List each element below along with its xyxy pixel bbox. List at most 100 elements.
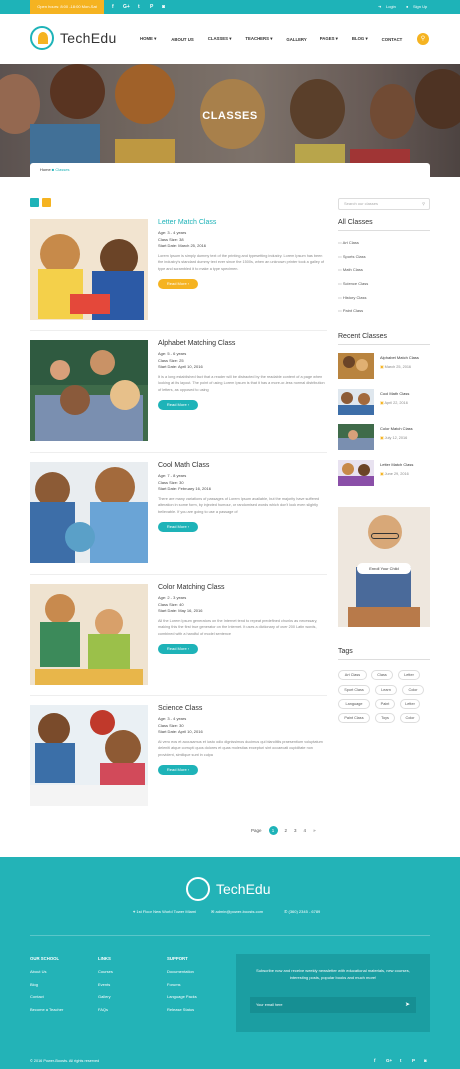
course-age: Age: 3 - 4 years: [158, 716, 187, 721]
recent-class-item[interactable]: Cool Math Class ▣ April 22, 2016: [338, 389, 430, 415]
tag-link[interactable]: Art Class: [338, 670, 367, 680]
login-link[interactable]: Login: [386, 0, 396, 14]
all-classes-heading: All Classes: [338, 219, 373, 226]
pinterest-icon[interactable]: P: [412, 1058, 415, 1063]
tag-link[interactable]: Sport Class: [338, 685, 370, 695]
tag-link[interactable]: Language: [338, 699, 370, 709]
footer-link[interactable]: Release Status: [167, 1007, 197, 1012]
search-button[interactable]: ⚲: [417, 33, 429, 45]
read-more-button[interactable]: Read More ›: [158, 400, 198, 410]
nav-about[interactable]: ABOUT US: [171, 37, 193, 42]
next-page-icon[interactable]: »: [313, 828, 316, 833]
course-item: Cool Math Class Age: 7 - 8 years Class S…: [30, 462, 327, 567]
read-more-button[interactable]: Read More ›: [158, 279, 198, 289]
footer-link[interactable]: Gallery: [98, 994, 113, 999]
nav-teachers[interactable]: TEACHERS ▾: [245, 36, 272, 42]
newsletter-email-input[interactable]: Your email here ➤: [250, 997, 416, 1013]
signup-link[interactable]: Sign Up: [413, 0, 427, 14]
page-link[interactable]: 2: [285, 828, 288, 833]
category-link[interactable]: Sports Class: [338, 254, 366, 259]
tag-link[interactable]: Letter: [398, 670, 420, 680]
send-icon[interactable]: ➤: [405, 997, 410, 1013]
footer-logo[interactable]: TechEdu: [186, 877, 270, 901]
footer-link[interactable]: Forums: [167, 982, 197, 987]
footer-link[interactable]: Courses: [98, 969, 113, 974]
course-image[interactable]: [30, 219, 148, 320]
course-title[interactable]: Alphabet Matching Class: [158, 340, 327, 347]
footer-link[interactable]: Documentation: [167, 969, 197, 974]
course-image[interactable]: [30, 340, 148, 441]
footer-link[interactable]: Become a Teacher: [30, 1007, 63, 1012]
tag-link[interactable]: Class: [371, 670, 393, 680]
facebook-icon[interactable]: f: [112, 0, 114, 14]
tag-link[interactable]: Paint Class: [338, 713, 370, 723]
nav-blog[interactable]: BLOG ▾: [352, 36, 368, 42]
google-plus-icon[interactable]: G+: [386, 1058, 392, 1063]
read-more-label: Read More: [166, 767, 187, 772]
instagram-icon[interactable]: ◙: [424, 1058, 427, 1063]
nav-gallery[interactable]: GALLERY: [286, 37, 306, 42]
nav-contact[interactable]: CONTACT: [382, 37, 403, 42]
read-more-button[interactable]: Read More ›: [158, 765, 198, 775]
search-classes-input[interactable]: Search our classes ⚲: [338, 198, 430, 210]
list-view-button[interactable]: [42, 198, 51, 207]
main-header: TechEdu HOME ▾ ABOUT US CLASSES ▾ TEACHE…: [0, 14, 460, 64]
twitter-icon[interactable]: t: [400, 1058, 402, 1063]
recent-class-item[interactable]: Color Match Class ▣ July 12, 2016: [338, 424, 430, 450]
divider: [30, 574, 327, 575]
course-title[interactable]: Color Matching Class: [158, 584, 327, 591]
nav-pages[interactable]: PAGES ▾: [320, 36, 338, 42]
pinterest-icon[interactable]: P: [150, 0, 153, 14]
category-link[interactable]: Paint Class: [338, 308, 363, 313]
tag-link[interactable]: Toys: [375, 713, 395, 723]
read-more-button[interactable]: Read More ›: [158, 644, 198, 654]
enroll-button[interactable]: Enroll Your Child: [357, 563, 411, 574]
tag-link[interactable]: Color: [400, 713, 420, 723]
footer-link[interactable]: FAQs: [98, 1007, 113, 1012]
footer-link[interactable]: Blog: [30, 982, 63, 987]
instagram-icon[interactable]: ◙: [162, 0, 165, 14]
page-link[interactable]: 4: [304, 828, 307, 833]
tag-link[interactable]: Letter: [400, 699, 420, 709]
breadcrumb-home[interactable]: Home: [40, 167, 51, 172]
course-title[interactable]: Letter Match Class: [158, 219, 327, 226]
site-logo[interactable]: TechEdu: [30, 26, 117, 50]
footer-link[interactable]: Events: [98, 982, 113, 987]
read-more-button[interactable]: Read More ›: [158, 522, 198, 532]
google-plus-icon[interactable]: G+: [123, 0, 130, 14]
recent-class-item[interactable]: Alphabet Match Class ▣ March 25, 2016: [338, 353, 430, 379]
footer-link[interactable]: About Us: [30, 969, 63, 974]
category-link[interactable]: Math Class: [338, 267, 363, 272]
nav-classes[interactable]: CLASSES ▾: [208, 36, 232, 42]
course-image[interactable]: [30, 584, 148, 685]
course-image[interactable]: [30, 462, 148, 563]
course-title[interactable]: Cool Math Class: [158, 462, 327, 469]
course-description: It is a long established fact that a rea…: [158, 374, 325, 392]
nav-home[interactable]: HOME ▾: [140, 36, 156, 42]
category-link[interactable]: Science Class: [338, 281, 368, 286]
footer-support-col: SUPPORT Documentation Forums Language Pa…: [167, 956, 197, 1019]
enroll-banner[interactable]: Enroll Your Child: [338, 507, 430, 627]
pagination-label: Page: [251, 828, 262, 833]
footer-link[interactable]: Contact: [30, 994, 63, 999]
category-link[interactable]: History Class: [338, 295, 367, 300]
tag-link[interactable]: Paint: [375, 699, 395, 709]
course-start: Start Date: March 25, 2016: [158, 243, 207, 249]
category-link[interactable]: Art Class: [338, 240, 359, 245]
recent-class-thumb: [338, 424, 374, 450]
page-link[interactable]: 3: [294, 828, 297, 833]
grid-view-button[interactable]: [30, 198, 39, 207]
course-size: Class Size: 40: [158, 601, 184, 607]
logo-icon: [186, 877, 210, 901]
tag-link[interactable]: Learn: [375, 685, 397, 695]
footer-link[interactable]: Language Packs: [167, 994, 197, 999]
footer-email[interactable]: ✉ admin@power-boosts.com: [211, 909, 263, 914]
twitter-icon[interactable]: t: [138, 0, 140, 14]
recent-class-item[interactable]: Letter Match Class ▣ June 29, 2016: [338, 460, 430, 486]
facebook-icon[interactable]: f: [374, 1058, 376, 1063]
course-image[interactable]: [30, 705, 148, 806]
tag-link[interactable]: Color: [402, 685, 424, 695]
course-title[interactable]: Science Class: [158, 705, 327, 712]
page-link[interactable]: 1: [268, 826, 278, 835]
divider: [30, 330, 327, 331]
